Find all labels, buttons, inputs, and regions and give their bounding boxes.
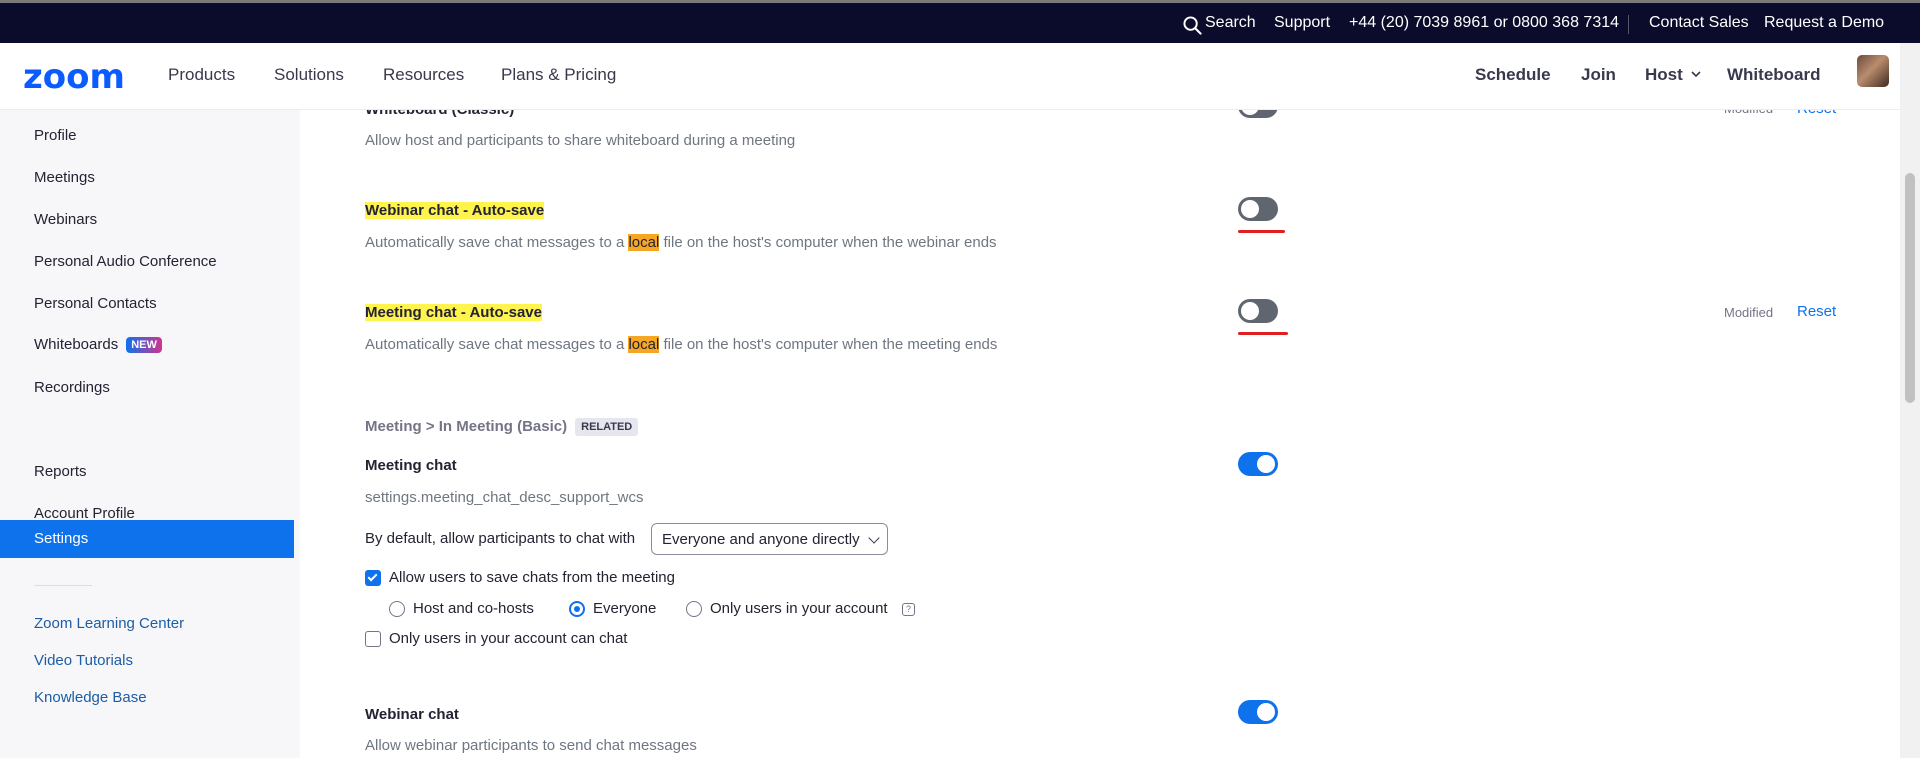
nav-solutions[interactable]: Solutions — [274, 65, 344, 85]
desc-text: file on the host's computer when the mee… — [659, 336, 998, 353]
setting-title-webinar-chat-autosave: Webinar chat - Auto-save — [365, 202, 545, 219]
sidebar-item-settings[interactable]: Settings — [0, 520, 294, 558]
sidebar-item-label: Settings — [34, 530, 89, 547]
sidebar-item-personal-contacts[interactable]: Personal Contacts — [34, 295, 157, 312]
radio-only-account[interactable] — [686, 601, 702, 617]
toggle-knob — [1241, 302, 1259, 320]
support-link[interactable]: Support — [1274, 14, 1330, 32]
default-chat-label: By default, allow participants to chat w… — [365, 530, 636, 547]
chevron-down-icon — [868, 532, 880, 544]
sidebar-item-profile[interactable]: Profile — [34, 127, 77, 144]
contact-sales-link[interactable]: Contact Sales — [1649, 14, 1749, 32]
page-scrollbar[interactable] — [1900, 43, 1920, 758]
nav-plans-pricing[interactable]: Plans & Pricing — [501, 65, 616, 85]
related-badge: RELATED — [575, 418, 639, 436]
sidebar-divider — [34, 585, 92, 586]
request-demo-link[interactable]: Request a Demo — [1764, 14, 1884, 32]
setting-desc-webinar-chat-autosave: Automatically save chat messages to a lo… — [365, 234, 997, 251]
link-knowledge-base[interactable]: Knowledge Base — [34, 689, 147, 706]
radio-host-cohosts[interactable] — [389, 601, 405, 617]
chat-with-dropdown[interactable]: Everyone and anyone directly — [651, 523, 888, 555]
toggle-meeting-chat-autosave[interactable] — [1238, 299, 1278, 323]
sidebar-item-personal-audio-conference[interactable]: Personal Audio Conference — [34, 253, 217, 270]
setting-title-webinar-chat: Webinar chat — [365, 706, 459, 723]
zoom-logo[interactable]: zoom — [23, 57, 125, 97]
toggle-knob — [1241, 200, 1259, 218]
toggle-webinar-chat-autosave[interactable] — [1238, 197, 1278, 221]
setting-desc-meeting-chat: settings.meeting_chat_desc_support_wcs — [365, 489, 644, 506]
highlighted-word: local — [628, 336, 660, 353]
desc-text: Automatically save chat messages to a — [365, 234, 629, 251]
reset-link-meeting-chat-autosave[interactable]: Reset — [1797, 303, 1836, 320]
link-zoom-learning-center[interactable]: Zoom Learning Center — [34, 615, 184, 632]
setting-desc-whiteboard-classic: Allow host and participants to share whi… — [365, 132, 796, 149]
desc-text: file on the host's computer when the web… — [659, 234, 997, 251]
allow-save-chats-label: Allow users to save chats from the meeti… — [389, 569, 675, 586]
nav-host-label: Host — [1645, 65, 1683, 84]
section-breadcrumb: Meeting > In Meeting (Basic) RELATED — [365, 418, 639, 436]
radio-everyone[interactable] — [569, 601, 585, 617]
dropdown-selected-value: Everyone and anyone directly — [662, 531, 860, 548]
chevron-down-icon — [1690, 71, 1701, 78]
only-account-can-chat-checkbox[interactable] — [365, 631, 381, 647]
settings-content: Whiteboard (Classic) Modified Reset Allo… — [300, 110, 1900, 758]
nav-schedule[interactable]: Schedule — [1475, 65, 1551, 85]
only-account-can-chat-label: Only users in your account can chat — [389, 630, 628, 647]
check-icon — [367, 571, 378, 582]
toggle-knob — [1257, 703, 1275, 721]
search-link[interactable]: Search — [1205, 14, 1256, 32]
nav-host[interactable]: Host — [1645, 65, 1701, 85]
sidebar: Profile Meetings Webinars Personal Audio… — [0, 110, 300, 758]
scrollbar-thumb[interactable] — [1905, 173, 1915, 403]
sidebar-item-meetings[interactable]: Meetings — [34, 169, 95, 186]
annotation-underline — [1238, 230, 1285, 233]
radio-label-everyone: Everyone — [593, 600, 657, 617]
toggle-meeting-chat[interactable] — [1238, 452, 1278, 476]
highlighted-word: local — [628, 234, 660, 251]
setting-desc-webinar-chat: Allow webinar participants to send chat … — [365, 737, 697, 754]
clipped-row — [300, 98, 1900, 110]
topbar-divider — [1628, 15, 1629, 34]
avatar[interactable] — [1857, 55, 1889, 87]
setting-desc-meeting-chat-autosave: Automatically save chat messages to a lo… — [365, 336, 997, 353]
modified-label: Modified — [1724, 305, 1774, 320]
sidebar-item-label: Whiteboards — [34, 336, 119, 353]
annotation-underline — [1238, 332, 1288, 335]
toggle-knob — [1257, 455, 1275, 473]
section-path-text: Meeting > In Meeting (Basic) — [365, 418, 568, 435]
sidebar-item-reports[interactable]: Reports — [34, 463, 87, 480]
setting-title-meeting-chat-autosave: Meeting chat - Auto-save — [365, 304, 542, 321]
phone-number[interactable]: +44 (20) 7039 8961 or 0800 368 7314 — [1349, 14, 1619, 32]
desc-text: Automatically save chat messages to a — [365, 336, 629, 353]
search-icon[interactable] — [1183, 16, 1202, 35]
nav-products[interactable]: Products — [168, 65, 235, 85]
nav-resources[interactable]: Resources — [383, 65, 464, 85]
link-video-tutorials[interactable]: Video Tutorials — [34, 652, 133, 669]
nav-join[interactable]: Join — [1581, 65, 1616, 85]
new-badge: NEW — [126, 337, 162, 353]
radio-label-only-account: Only users in your account — [710, 600, 888, 617]
sidebar-item-webinars[interactable]: Webinars — [34, 211, 97, 228]
sidebar-item-account-profile[interactable]: Account Profile — [34, 505, 135, 522]
sidebar-item-whiteboards[interactable]: Whiteboards NEW — [34, 336, 162, 353]
info-icon[interactable]: ? — [902, 603, 915, 616]
sidebar-item-recordings[interactable]: Recordings — [34, 379, 110, 396]
top-utility-bar: Search Support +44 (20) 7039 8961 or 080… — [0, 0, 1920, 43]
radio-label-host-cohosts: Host and co-hosts — [413, 600, 534, 617]
toggle-webinar-chat[interactable] — [1238, 700, 1278, 724]
allow-save-chats-checkbox[interactable] — [365, 570, 381, 586]
setting-title-meeting-chat: Meeting chat — [365, 457, 457, 474]
nav-whiteboard[interactable]: Whiteboard — [1727, 65, 1821, 85]
